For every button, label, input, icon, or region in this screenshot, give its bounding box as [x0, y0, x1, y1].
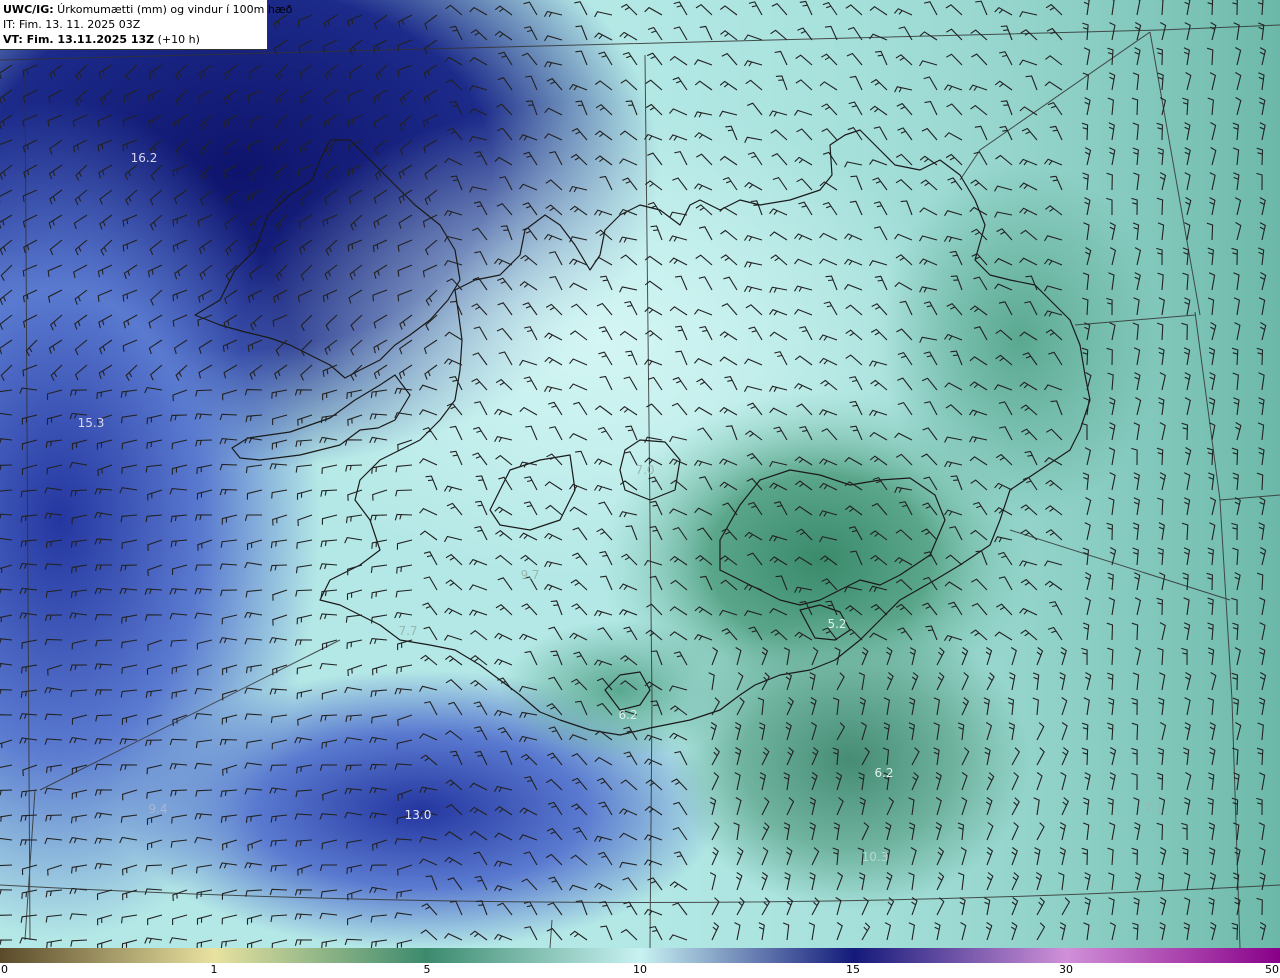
colorbar-tick: 15	[846, 963, 860, 976]
map-value: 7.0	[635, 463, 654, 477]
map-value: 13.0	[405, 808, 432, 822]
map-value: 10.3	[862, 850, 889, 864]
colorbar-tick: 0	[1, 963, 8, 976]
valid-time-label: VT:	[3, 33, 23, 46]
map-value: 6.2	[618, 708, 637, 722]
field-low-se	[670, 610, 1030, 910]
colorbar-strip	[0, 948, 1280, 963]
forecast-offset: (+10 h)	[154, 33, 200, 46]
initial-time: IT: Fim. 13. 11. 2025 03Z	[3, 18, 141, 31]
product-title: Úrkomumætti (mm) og vindur í 100m hæð	[53, 3, 293, 16]
map-value: 6.2	[874, 766, 893, 780]
map-value: 7.7	[398, 624, 417, 638]
precipitation-wind-map: 16.2 15.3 7.0 9.7 7.7 5.2 6.2 6.2 13.0 7…	[0, 0, 1280, 948]
colorbar-tick: 10	[633, 963, 647, 976]
colorbar-tick: 50	[1265, 963, 1279, 976]
map-value: 5.2	[827, 617, 846, 631]
valid-time-value: Fim. 13.11.2025 13Z	[22, 33, 155, 46]
colorbar-tick: 5	[423, 963, 431, 976]
colorbar-tick: 1	[210, 963, 218, 976]
colorbar-tick: 30	[1059, 963, 1073, 976]
map-header: UWC/IG: Úrkomumætti (mm) og vindur í 100…	[0, 0, 292, 50]
colorbar: 0 1 5 10 15 30 50	[0, 948, 1280, 978]
field-low-ne	[880, 160, 1160, 520]
valid-time-line: VT: Fim. 13.11.2025 13Z (+10 h)	[3, 32, 264, 47]
product-code: UWC/IG:	[3, 3, 54, 16]
header-title-line: UWC/IG: Úrkomumætti (mm) og vindur í 100…	[3, 2, 292, 17]
map-value: 16.2	[131, 151, 158, 165]
map-value: 15.3	[78, 416, 105, 430]
map-value: 9.7	[520, 568, 539, 582]
map-value: 9.4	[148, 802, 167, 816]
map-value: 7.1	[1144, 801, 1163, 815]
